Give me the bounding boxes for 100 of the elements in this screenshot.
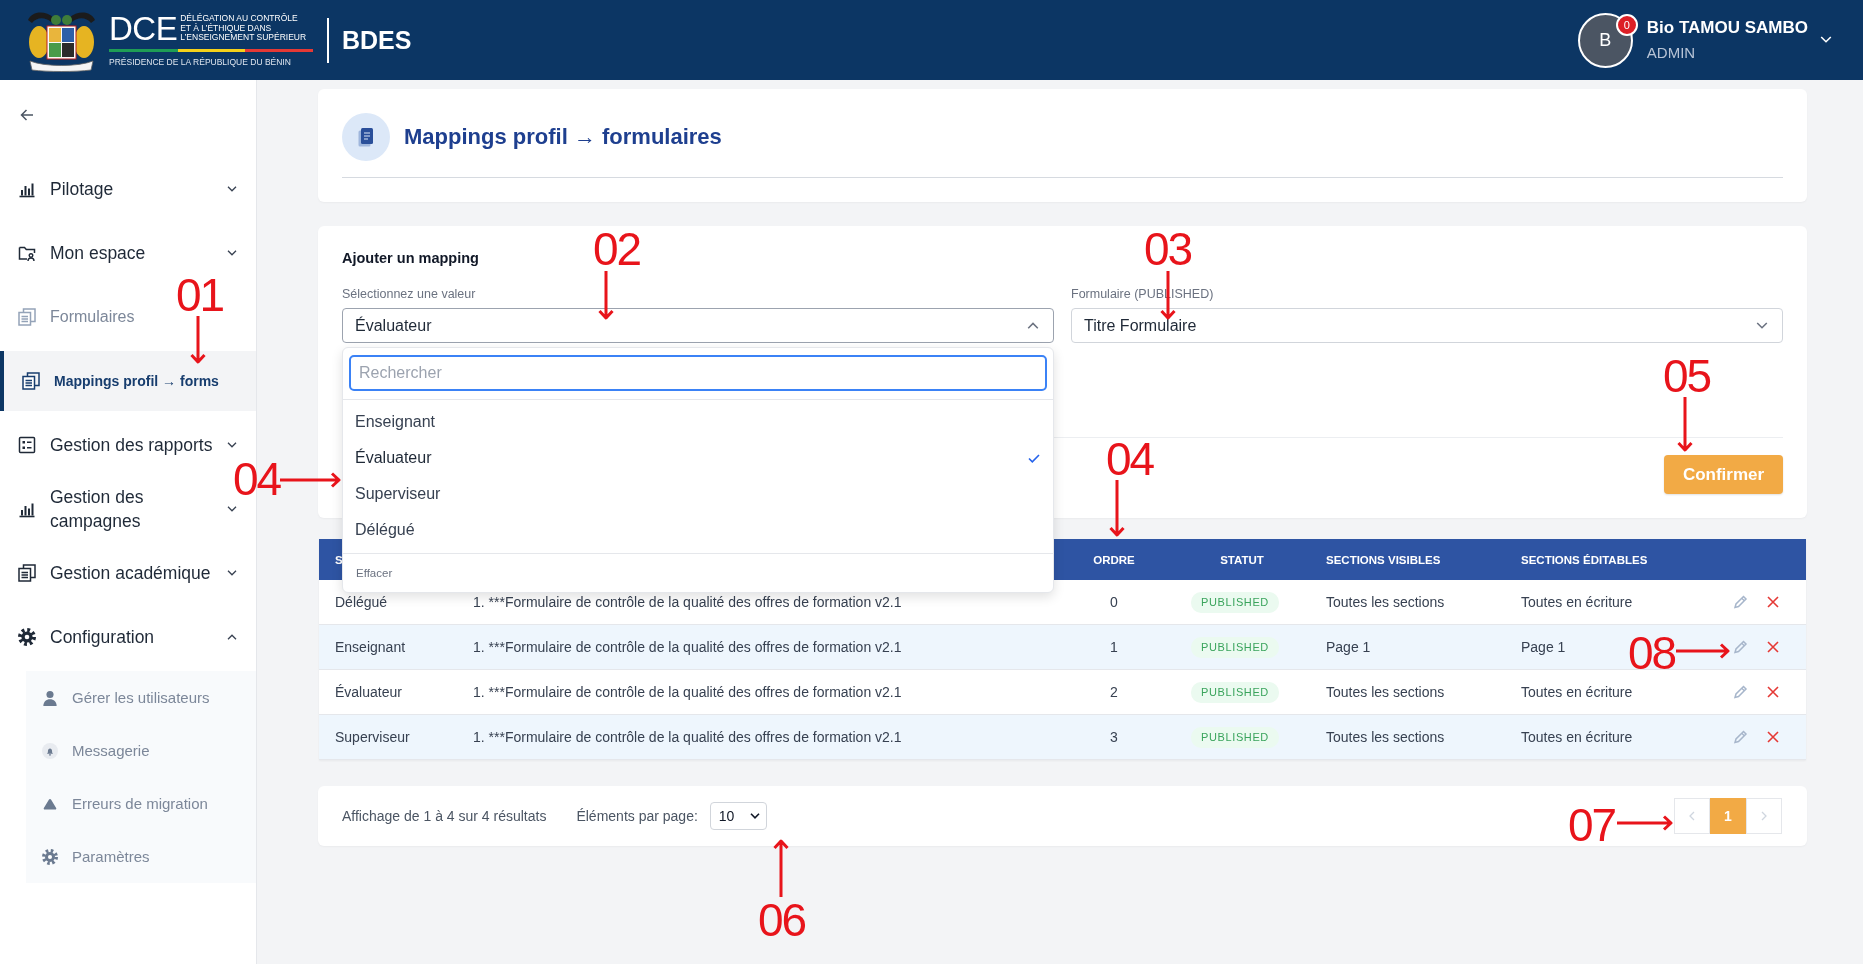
- callout-number: 07: [1568, 806, 1616, 844]
- search-field[interactable]: Rechercher: [349, 355, 1047, 391]
- table-cell: Superviseur: [335, 729, 410, 745]
- dropdown-option[interactable]: Superviseur: [343, 476, 1053, 512]
- table-cell: 1: [1110, 639, 1118, 655]
- results-summary: Affichage de 1 à 4 sur 4 résultats: [342, 808, 547, 824]
- callout-number: 03: [1144, 230, 1192, 268]
- down-arrow-icon: [1677, 397, 1693, 452]
- list-icon: [18, 436, 36, 454]
- column-header: SECTIONS VISIBLES: [1326, 553, 1441, 566]
- chevron-down-icon: [227, 506, 237, 512]
- callout-number: 05: [1663, 357, 1711, 395]
- dropdown-option[interactable]: Délégué: [343, 512, 1053, 548]
- cross-icon[interactable]: [1767, 596, 1779, 608]
- status-badge: PUBLISHED: [1191, 681, 1279, 703]
- per-page-label: Éléments par page:: [576, 808, 698, 824]
- table-cell: 2: [1110, 684, 1118, 700]
- nav-group[interactable]: Mon espace: [18, 241, 237, 265]
- callout-number: 04: [1106, 440, 1154, 478]
- table-cell: Toutes les sections: [1326, 729, 1445, 745]
- table-cell: Toutes en écriture: [1521, 729, 1633, 745]
- user-name: Bio TAMOU SAMBO: [1646, 17, 1808, 39]
- callout-number: 01: [176, 276, 224, 314]
- nav-group[interactable]: Gestion des rapports: [18, 433, 237, 457]
- right-arrow-icon: [1617, 815, 1673, 831]
- down-arrow-icon: [598, 271, 614, 320]
- pencil-icon[interactable]: [1733, 730, 1748, 744]
- nav-link[interactable]: Mappings profil → forms: [0, 351, 256, 411]
- chevron-down-icon: [1820, 36, 1832, 44]
- dropdown-option[interactable]: Enseignant: [343, 404, 1053, 440]
- notification-badge: 0: [1615, 13, 1638, 36]
- table-cell: 1. ***Formulaire de contrôle de la qualité des offres de formation v2.1: [473, 729, 902, 745]
- up-arrow-icon: [773, 839, 789, 897]
- chevron-down-icon: [227, 250, 237, 256]
- cross-icon[interactable]: [1767, 731, 1779, 743]
- section-heading: Ajouter un mapping: [342, 250, 480, 267]
- dropdown-option[interactable]: Évaluateur: [343, 440, 1053, 476]
- page-title: Mappings profil → formulaires: [404, 124, 722, 150]
- column-header: STATUT: [1220, 553, 1264, 566]
- callout-number: 04: [233, 460, 281, 498]
- callout-number: 08: [1628, 634, 1676, 672]
- column-header: ORDRE: [1093, 553, 1135, 566]
- table-cell: 0: [1110, 594, 1118, 610]
- folder-user-icon: [18, 244, 36, 262]
- table-cell: 1. ***Formulaire de contrôle de la qualité des offres de formation v2.1: [473, 594, 902, 610]
- select-field[interactable]: Titre Formulaire: [1071, 308, 1783, 343]
- table-cell: 1. ***Formulaire de contrôle de la qualité des offres de formation v2.1: [473, 684, 902, 700]
- nav-group[interactable]: Configuration: [18, 625, 237, 649]
- table-cell: Toutes les sections: [1326, 684, 1445, 700]
- cross-icon[interactable]: [1767, 641, 1779, 653]
- clear-option[interactable]: Effacer: [356, 567, 393, 579]
- flag-stripe-icon: [109, 48, 313, 52]
- pencil-icon[interactable]: [1733, 685, 1748, 699]
- arrow-left-icon[interactable]: [20, 109, 34, 121]
- chevron-left-icon: [1689, 811, 1695, 821]
- check-icon: [1028, 453, 1040, 463]
- field-label: Sélectionnez une valeur: [342, 287, 477, 301]
- org-name: DÉLÉGATION AU CONTRÔLE ET À L’ÉTHIQUE DANS L’ENSEIGNEMENT SUPÉRIEUR: [180, 14, 307, 43]
- user-icon: [42, 689, 58, 706]
- select-field[interactable]: Évaluateur: [342, 308, 1054, 343]
- nav-subitem[interactable]: Messagerie: [42, 741, 150, 760]
- document-icon: [342, 113, 390, 161]
- pencil-icon[interactable]: [1733, 595, 1748, 609]
- chevron-down-icon: [227, 186, 237, 192]
- right-arrow-icon: [280, 472, 341, 488]
- chevron-down-icon: [227, 442, 237, 448]
- column-header: SECTIONS ÉDITABLES: [1521, 553, 1648, 566]
- callout-number: 06: [758, 901, 806, 939]
- bell-icon: [42, 742, 58, 759]
- documents-icon: [22, 372, 40, 390]
- status-badge: PUBLISHED: [1191, 636, 1279, 658]
- table-cell: Page 1: [1326, 639, 1371, 655]
- documents-icon: [18, 564, 36, 582]
- table-cell: Enseignant: [335, 639, 406, 655]
- nav-subitem[interactable]: Gérer les utilisateurs: [42, 688, 210, 707]
- table-cell: Toutes en écriture: [1521, 684, 1633, 700]
- org-parent: PRÉSIDENCE DE LA RÉPUBLIQUE DU BÉNIN: [109, 56, 292, 67]
- pencil-icon[interactable]: [1733, 640, 1748, 654]
- nav-group[interactable]: Gestion académique: [18, 561, 237, 585]
- chevron-down-icon: [227, 570, 237, 576]
- table-cell: Page 1: [1521, 639, 1566, 655]
- down-arrow-icon: [1109, 480, 1125, 537]
- cross-icon[interactable]: [1767, 686, 1779, 698]
- status-badge: PUBLISHED: [1191, 726, 1279, 748]
- table-cell: Toutes les sections: [1326, 594, 1445, 610]
- chevron-up-icon: [227, 634, 237, 640]
- chevron-down-icon: [749, 813, 760, 819]
- nav-group[interactable]: Pilotage: [18, 177, 237, 201]
- per-page-select[interactable]: 10: [709, 802, 767, 830]
- nav-subitem[interactable]: Erreurs de migration: [42, 794, 208, 813]
- chevron-up-icon: [1027, 321, 1039, 330]
- table-cell: Évaluateur: [335, 684, 402, 700]
- table-cell: Délégué: [335, 594, 388, 610]
- table-cell: 1. ***Formulaire de contrôle de la qualité des offres de formation v2.1: [473, 639, 902, 655]
- nav-link[interactable]: Formulaires: [18, 305, 135, 329]
- chevron-right-icon: [1761, 811, 1767, 821]
- user-role: ADMIN: [1646, 43, 1697, 63]
- table-cell: 3: [1110, 729, 1118, 745]
- org-acronym: DCE: [109, 13, 178, 44]
- callout-number: 02: [593, 230, 641, 268]
